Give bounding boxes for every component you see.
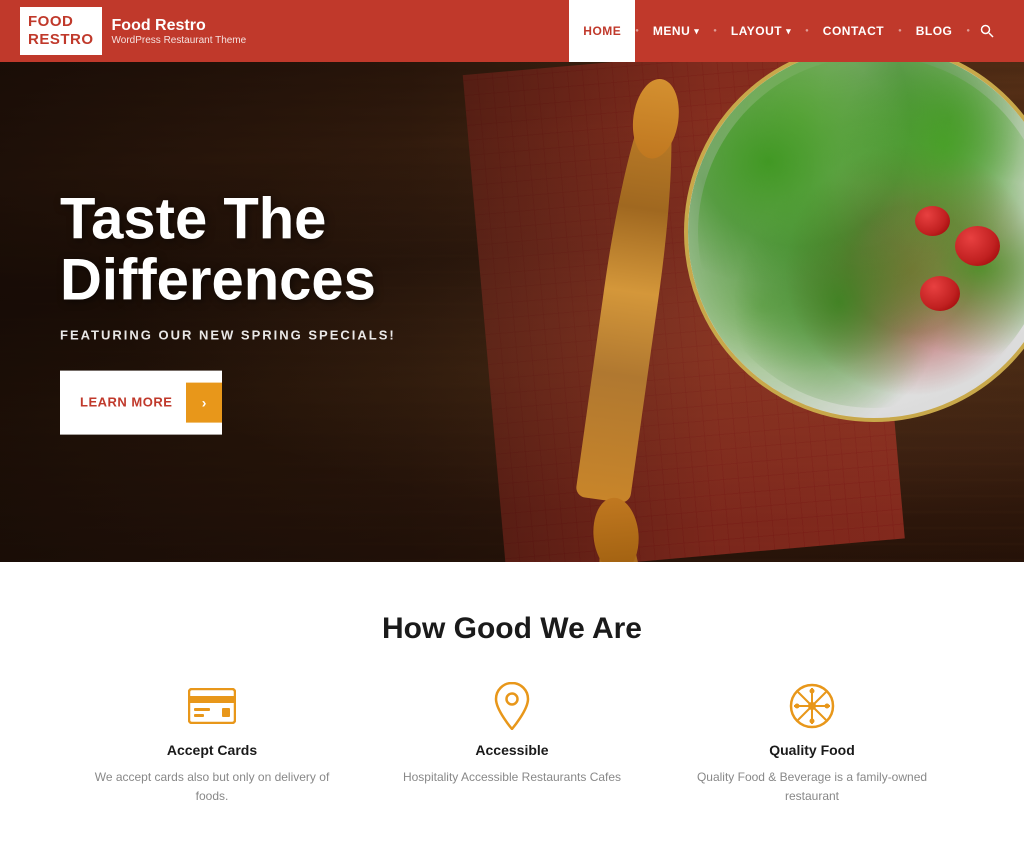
logo-area: Food Restro Food Restro WordPress Restau… — [20, 7, 246, 55]
card-icon — [185, 686, 239, 726]
feature-desc-quality: Quality Food & Beverage is a family-owne… — [692, 768, 932, 806]
search-button[interactable] — [970, 24, 1004, 38]
feature-name-cards: Accept Cards — [167, 742, 257, 758]
search-icon — [980, 24, 994, 38]
feature-quality-food: Quality Food Quality Food & Beverage is … — [692, 686, 932, 806]
feature-desc-cards: We accept cards also but only on deliver… — [92, 768, 332, 806]
logo-box: Food Restro — [20, 7, 102, 55]
features-section: How Good We Are Accept Cards We accept c… — [0, 562, 1024, 846]
plate — [684, 62, 1024, 422]
feature-accept-cards: Accept Cards We accept cards also but on… — [92, 686, 332, 806]
snowflake-icon — [785, 686, 839, 726]
logo-line2: Restro — [28, 31, 94, 49]
plate-decoration — [664, 62, 1024, 442]
location-icon — [485, 686, 539, 726]
site-header: Food Restro Food Restro WordPress Restau… — [0, 0, 1024, 62]
tomato-1 — [955, 226, 1000, 266]
feature-name-quality: Quality Food — [769, 742, 855, 758]
nav-item-blog[interactable]: BLOG — [902, 0, 967, 62]
tomato-2 — [920, 276, 960, 311]
site-name: Food Restro — [112, 17, 247, 35]
layout-caret: ▾ — [786, 26, 791, 37]
hero-content: Taste The Differences FEATURING OUR NEW … — [60, 190, 540, 435]
nav-item-menu[interactable]: MENU ▾ — [639, 0, 713, 62]
tomato-3 — [915, 206, 950, 236]
nav-item-contact[interactable]: CONTACT — [809, 0, 898, 62]
logo-line1: Food — [28, 13, 94, 31]
feature-name-accessible: Accessible — [475, 742, 548, 758]
logo-text: Food Restro WordPress Restaurant Theme — [112, 17, 247, 46]
site-tagline: WordPress Restaurant Theme — [112, 35, 247, 46]
feature-accessible: Accessible Hospitality Accessible Restau… — [392, 686, 632, 806]
learn-more-label: Learn More — [80, 395, 172, 410]
menu-caret: ▾ — [694, 26, 699, 37]
hero-section: Taste The Differences FEATURING OUR NEW … — [0, 62, 1024, 562]
cta-arrow: › — [186, 382, 222, 422]
hero-title: Taste The Differences — [60, 190, 540, 312]
learn-more-button[interactable]: Learn More › — [60, 370, 222, 434]
features-title: How Good We Are — [20, 612, 1004, 646]
hero-subtitle: FEATURING OUR NEW SPRING SPECIALS! — [60, 327, 540, 342]
main-nav: HOME ● MENU ▾ ● LAYOUT ▾ ● CONTACT ● BLO… — [246, 0, 1004, 62]
spoon-2 — [586, 500, 677, 562]
feature-desc-accessible: Hospitality Accessible Restaurants Cafes — [403, 768, 621, 787]
nav-item-layout[interactable]: LAYOUT ▾ — [717, 0, 805, 62]
features-grid: Accept Cards We accept cards also but on… — [62, 686, 962, 806]
nav-item-home[interactable]: HOME — [569, 0, 635, 62]
